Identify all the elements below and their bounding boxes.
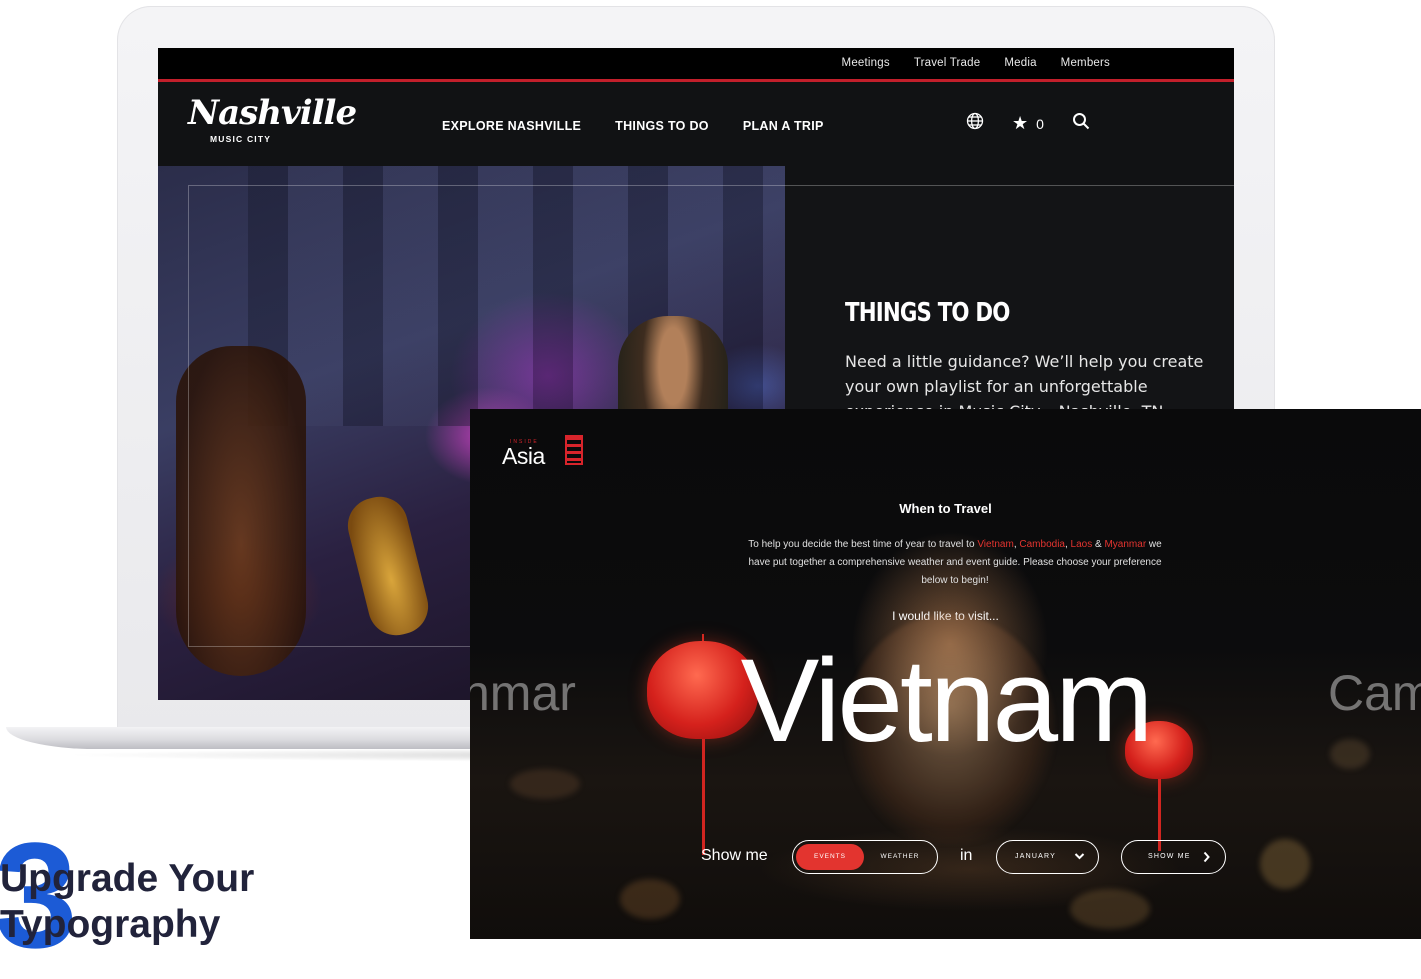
nav-item-plan-a-trip[interactable]: PLAN A TRIP <box>743 119 824 133</box>
utility-link-meetings[interactable]: Meetings <box>842 57 890 69</box>
utility-bar: Meetings Travel Trade Media Members <box>158 48 1234 82</box>
hero-photo-guitar <box>341 490 435 642</box>
utility-link-members[interactable]: Members <box>1061 57 1110 69</box>
utility-links: Meetings Travel Trade Media Members <box>842 57 1110 69</box>
favorites-button[interactable]: ★ 0 <box>1012 113 1044 134</box>
show-me-button[interactable]: SHOW ME <box>1121 840 1226 874</box>
carousel-current-country[interactable]: Vietnam <box>470 621 1421 781</box>
toggle-events[interactable]: EVENTS <box>796 844 864 870</box>
inside-asia-logo-mark <box>565 435 583 465</box>
intro-separator: & <box>1092 539 1105 550</box>
in-label: in <box>960 847 973 864</box>
nav-item-things-to-do[interactable]: THINGS TO DO <box>615 119 709 133</box>
primary-nav-items: EXPLORE NASHVILLE THINGS TO DO PLAN A TR… <box>442 119 824 133</box>
show-me-label: Show me <box>701 847 768 864</box>
link-vietnam[interactable]: Vietnam <box>977 539 1014 550</box>
nashville-logo[interactable]: Nashville <box>188 96 357 130</box>
travel-filter-form: Show me EVENTS WEATHER in JANUARY SHOW M… <box>470 840 1421 874</box>
hero-photo-upright-bass <box>176 346 306 676</box>
inside-asia-site: INSIDE Asia When to Travel To help you d… <box>470 409 1421 939</box>
events-weather-toggle: EVENTS WEATHER <box>792 840 938 874</box>
nashville-logo-subtitle: MUSIC CITY <box>210 134 272 144</box>
month-select-value: JANUARY <box>1015 853 1056 860</box>
chevron-down-icon <box>1074 841 1085 885</box>
link-myanmar[interactable]: Myanmar <box>1104 539 1146 550</box>
when-to-travel-title: When to Travel <box>899 501 992 516</box>
month-select[interactable]: JANUARY <box>996 840 1099 874</box>
main-navigation: Nashville MUSIC CITY EXPLORE NASHVILLE T… <box>158 82 1234 166</box>
show-me-button-label: SHOW ME <box>1148 853 1191 860</box>
inside-asia-logo[interactable]: Asia <box>502 443 545 470</box>
intro-text-part: To help you decide the best time of year… <box>748 539 978 550</box>
intro-text: To help you decide the best time of year… <box>746 536 1164 590</box>
link-cambodia[interactable]: Cambodia <box>1019 539 1065 550</box>
nav-item-explore-nashville[interactable]: EXPLORE NASHVILLE <box>442 119 581 133</box>
hero-title: THINGS TO DO <box>845 298 1010 328</box>
globe-icon[interactable] <box>966 112 984 135</box>
search-icon[interactable] <box>1072 112 1090 135</box>
section-title: Upgrade Your Typography <box>0 857 255 946</box>
toggle-weather[interactable]: WEATHER <box>866 844 934 870</box>
link-laos[interactable]: Laos <box>1071 539 1093 550</box>
chevron-right-icon <box>1202 841 1211 885</box>
star-icon: ★ <box>1012 113 1029 133</box>
utility-link-media[interactable]: Media <box>1004 57 1036 69</box>
favorites-count: 0 <box>1036 115 1044 132</box>
nav-icons: ★ 0 <box>966 112 1090 135</box>
utility-link-travel-trade[interactable]: Travel Trade <box>914 57 981 69</box>
